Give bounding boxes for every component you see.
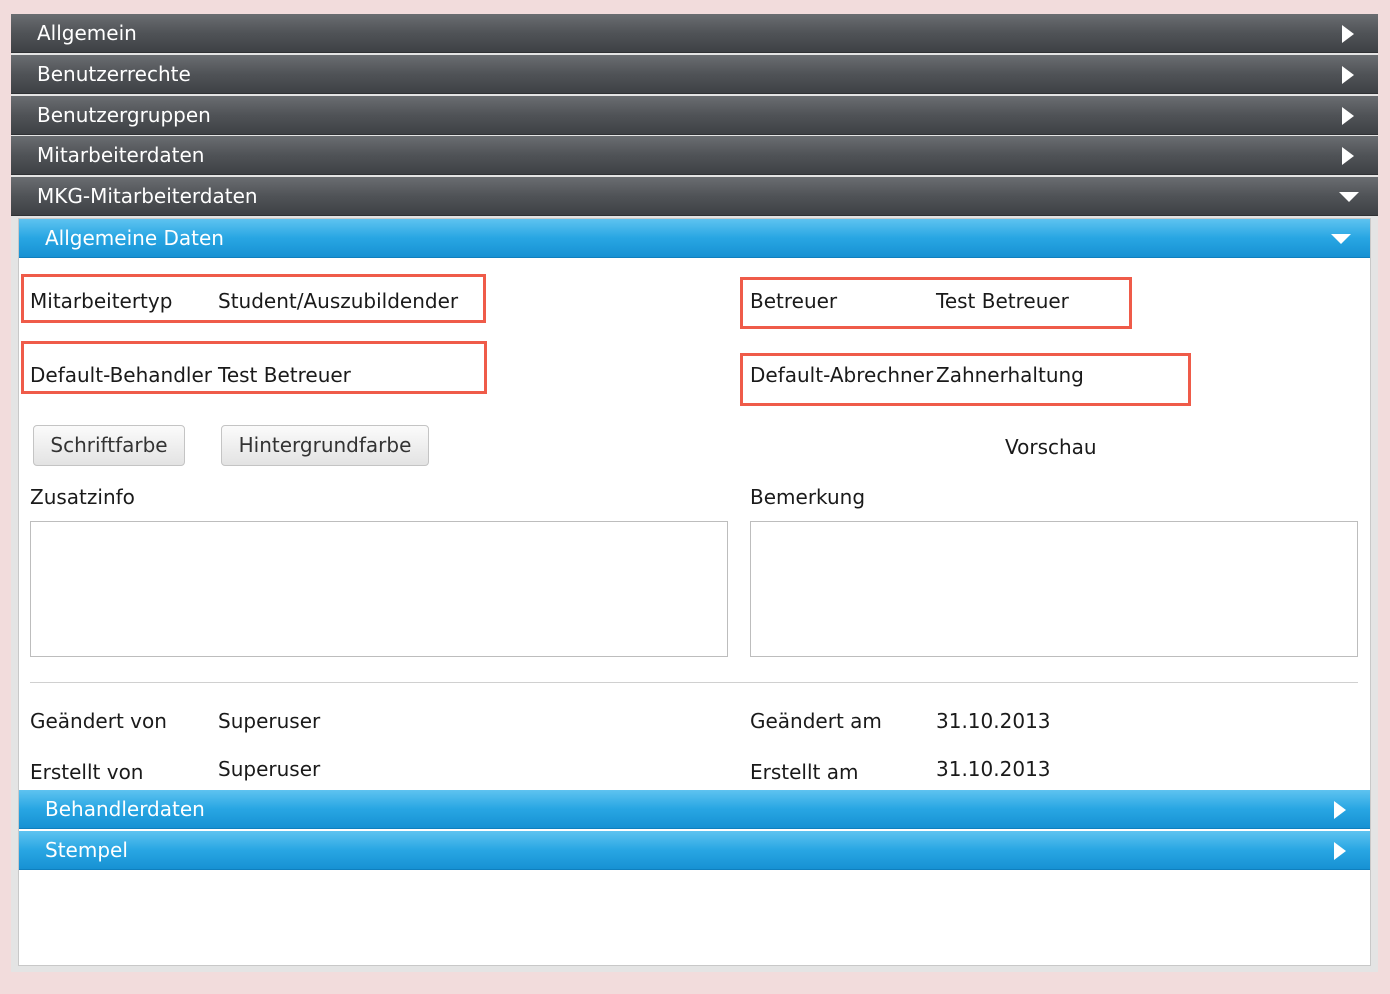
- accordion-label: MKG-Mitarbeiterdaten: [37, 184, 258, 208]
- accordion-label: Mitarbeiterdaten: [37, 143, 205, 167]
- geaendert-von-label: Geändert von: [30, 709, 167, 733]
- collapse-down-icon: [1339, 192, 1359, 202]
- accordion-label: Benutzergruppen: [37, 103, 211, 127]
- default-behandler-value[interactable]: Test Betreuer: [218, 363, 351, 387]
- schriftfarbe-button[interactable]: Schriftfarbe: [33, 425, 185, 466]
- zusatzinfo-label: Zusatzinfo: [30, 485, 135, 509]
- geaendert-am-label: Geändert am: [750, 709, 882, 733]
- vorschau-label: Vorschau: [1005, 435, 1097, 459]
- erstellt-von-value: Superuser: [218, 757, 321, 781]
- settings-frame: Allgemein Benutzerrechte Benutzergruppen…: [11, 14, 1378, 972]
- collapse-down-icon: [1331, 234, 1351, 244]
- mitarbeitertyp-value[interactable]: Student/Auszubildender: [218, 289, 458, 313]
- erstellt-am-value: 31.10.2013: [936, 757, 1051, 781]
- accordion-allgemein[interactable]: Allgemein: [11, 14, 1378, 53]
- default-behandler-label: Default-Behandler: [30, 363, 212, 387]
- zusatzinfo-input[interactable]: [30, 521, 728, 657]
- accordion-label: Benutzerrechte: [37, 62, 191, 86]
- accordion-benutzerrechte[interactable]: Benutzerrechte: [11, 55, 1378, 94]
- section-label: Allgemeine Daten: [45, 226, 224, 250]
- accordion-benutzergruppen[interactable]: Benutzergruppen: [11, 96, 1378, 135]
- divider: [30, 682, 1358, 683]
- accordion-mkg-mitarbeiterdaten[interactable]: MKG-Mitarbeiterdaten: [11, 177, 1378, 216]
- bemerkung-input[interactable]: [750, 521, 1358, 657]
- betreuer-value[interactable]: Test Betreuer: [936, 289, 1069, 313]
- accordion-mitarbeiterdaten[interactable]: Mitarbeiterdaten: [11, 136, 1378, 175]
- expand-right-icon: [1334, 801, 1346, 819]
- expand-right-icon: [1334, 842, 1346, 860]
- expand-right-icon: [1342, 147, 1354, 165]
- expand-right-icon: [1342, 107, 1354, 125]
- betreuer-label: Betreuer: [750, 289, 838, 313]
- erstellt-am-label: Erstellt am: [750, 760, 859, 784]
- erstellt-von-label: Erstellt von: [30, 760, 144, 784]
- section-allgemeine-daten[interactable]: Allgemeine Daten: [19, 219, 1370, 258]
- mkg-mitarbeiterdaten-panel: Allgemeine Daten Mitarbeitertyp Student/…: [18, 218, 1371, 966]
- hintergrundfarbe-button[interactable]: Hintergrundfarbe: [221, 425, 429, 466]
- expand-right-icon: [1342, 66, 1354, 84]
- expand-right-icon: [1342, 25, 1354, 43]
- section-label: Behandlerdaten: [45, 797, 205, 821]
- geaendert-von-value: Superuser: [218, 709, 321, 733]
- section-stempel[interactable]: Stempel: [19, 831, 1370, 870]
- bemerkung-label: Bemerkung: [750, 485, 866, 509]
- section-label: Stempel: [45, 838, 128, 862]
- accordion-label: Allgemein: [37, 21, 137, 45]
- section-behandlerdaten[interactable]: Behandlerdaten: [19, 790, 1370, 829]
- default-abrechner-label: Default-Abrechner: [750, 363, 934, 387]
- geaendert-am-value: 31.10.2013: [936, 709, 1051, 733]
- mitarbeitertyp-label: Mitarbeitertyp: [30, 289, 173, 313]
- default-abrechner-value[interactable]: Zahnerhaltung: [936, 363, 1084, 387]
